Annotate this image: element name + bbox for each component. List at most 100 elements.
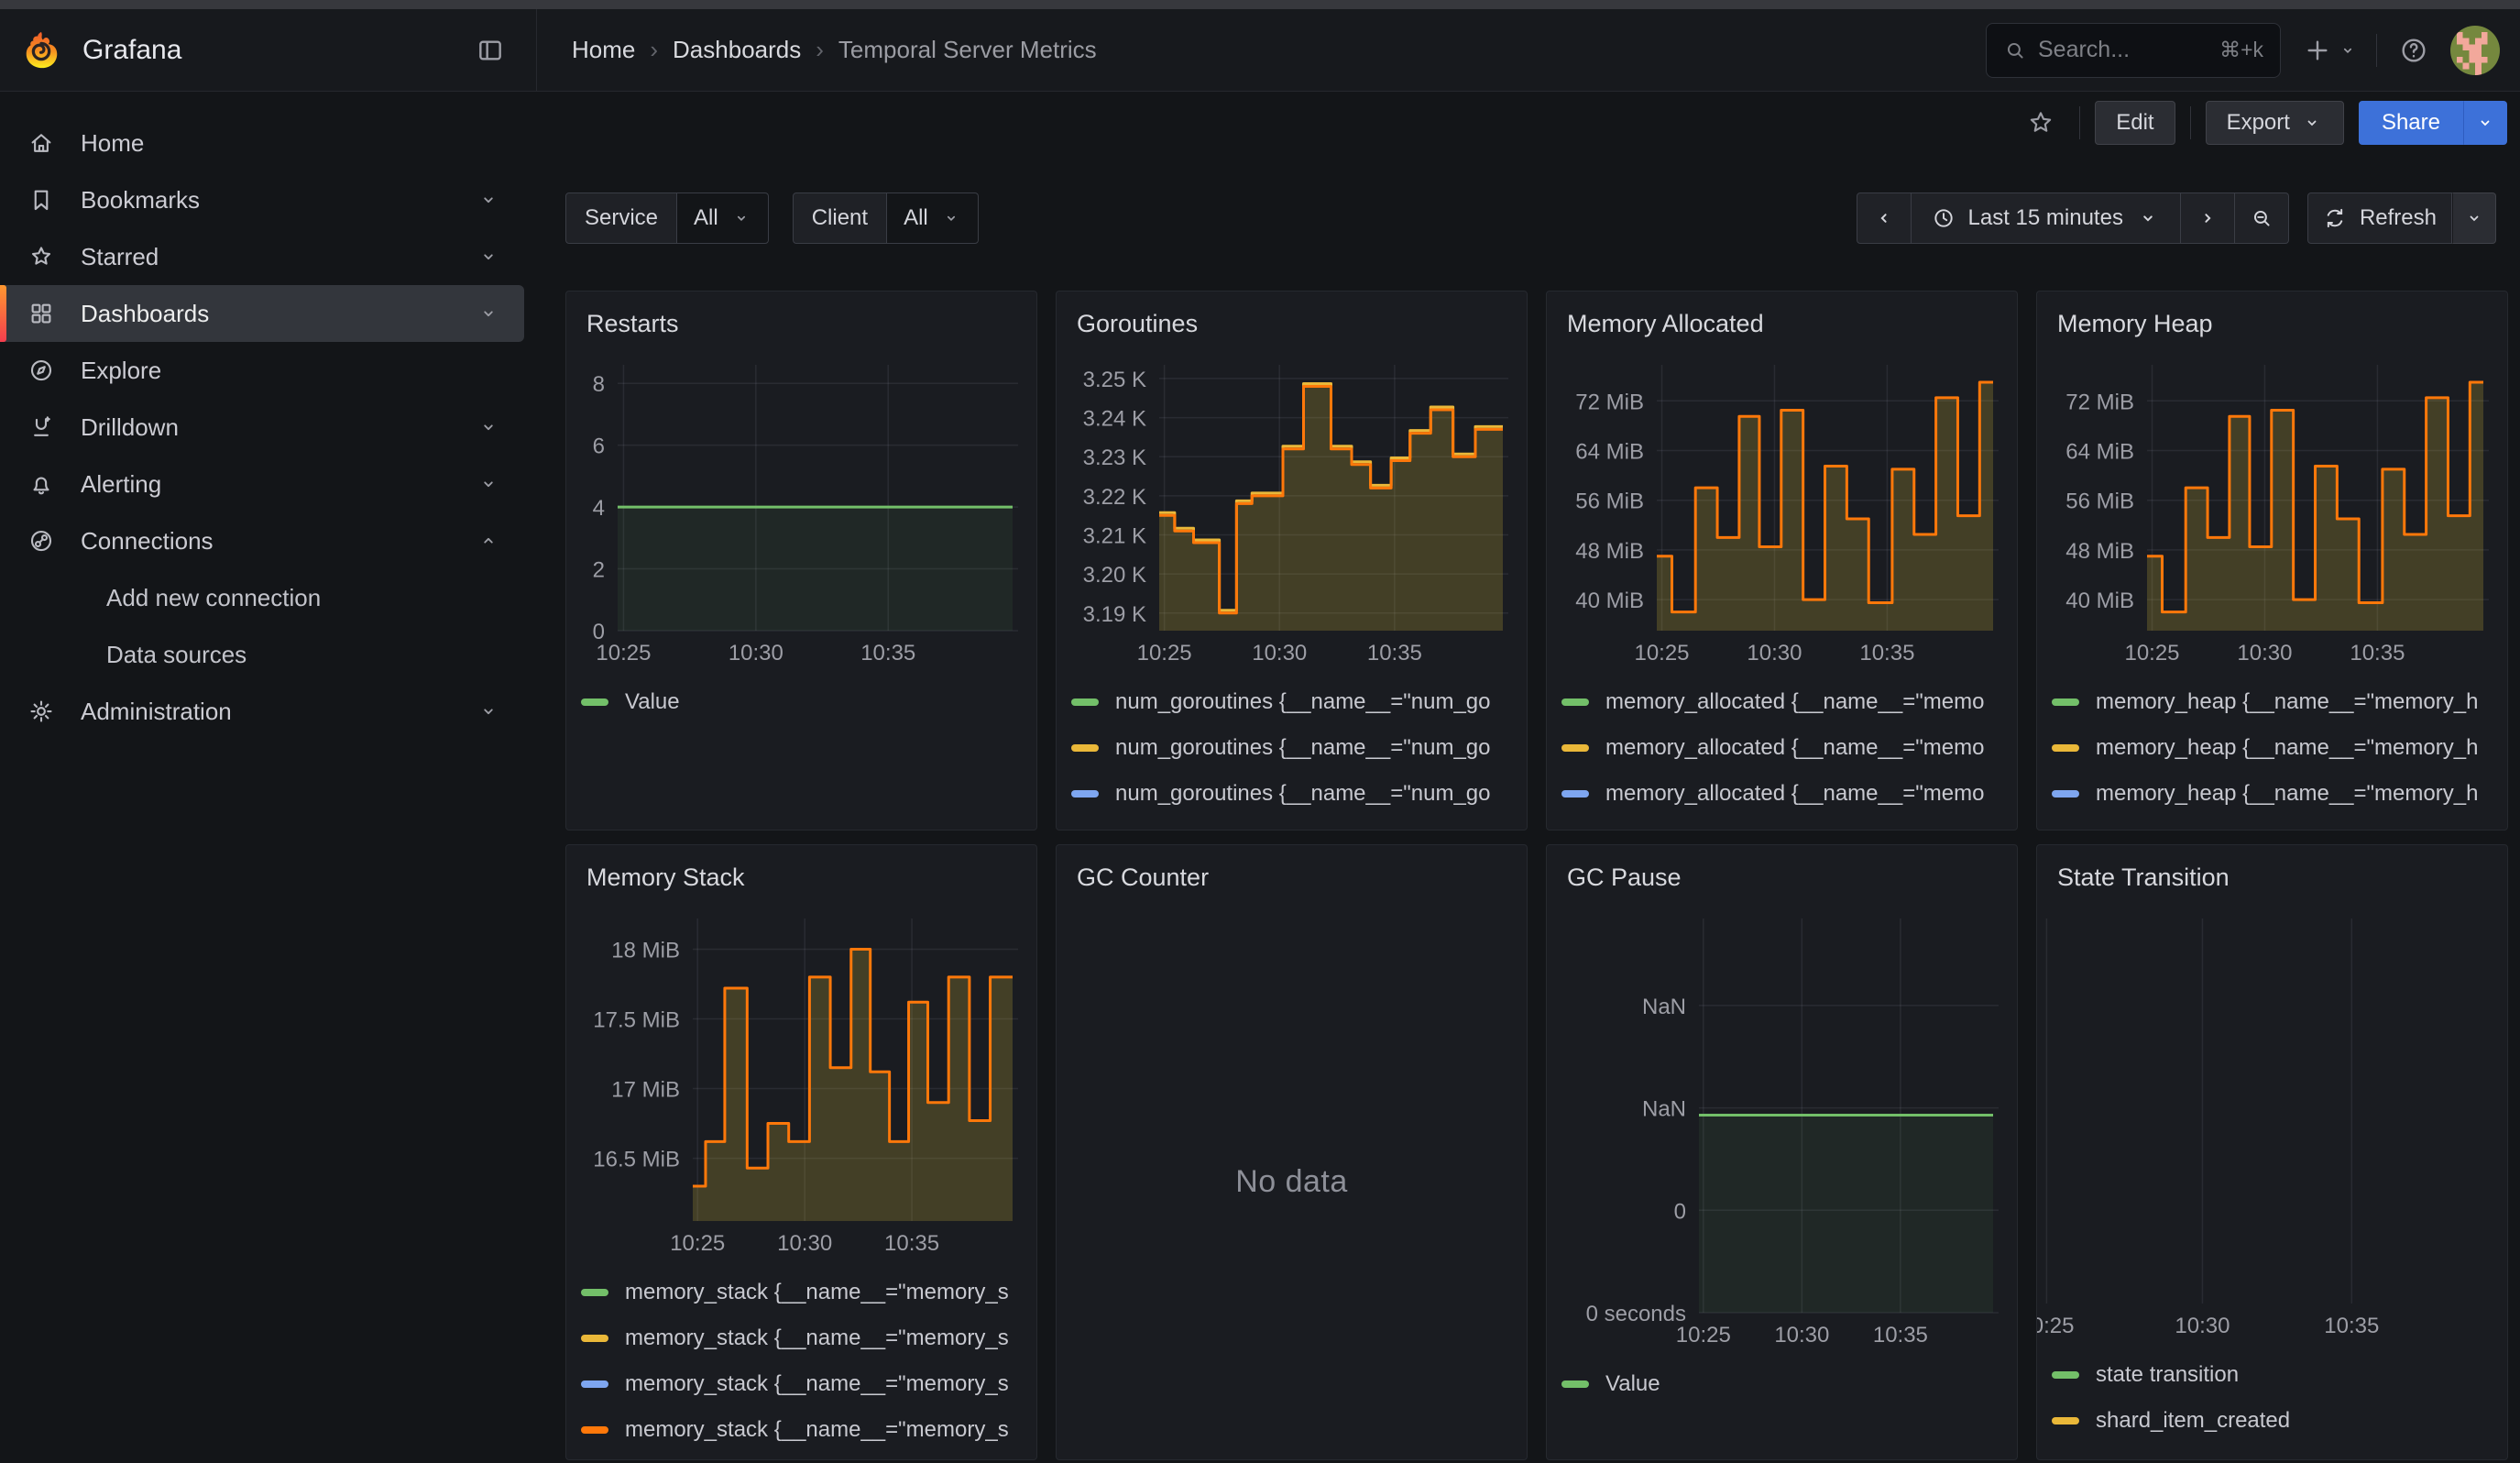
chevron-down-icon[interactable] [477,699,500,723]
panel-legend: Value [1561,1371,2002,1397]
sidebar-item-dashboards[interactable]: Dashboards [0,285,524,342]
legend-item[interactable]: memory_heap {__name__="memory_h [2052,781,2493,807]
chevron-down-icon[interactable] [477,472,500,496]
client-variable-value[interactable]: All [887,193,978,243]
chevron-down-icon [2301,112,2323,134]
chart-state-transition: 10:2510:3010:35 [2037,918,2493,1340]
svg-text:10:25: 10:25 [670,1231,725,1256]
sidebar-item-label: Explore [81,357,500,385]
zoom-out-button[interactable] [2235,192,2289,244]
panel-title[interactable]: Memory Heap [2057,308,2213,339]
svg-text:17 MiB: 17 MiB [611,1078,680,1103]
svg-text:0 seconds: 0 seconds [1586,1302,1686,1326]
svg-text:NaN: NaN [1642,1097,1686,1122]
share-caret[interactable] [2463,101,2507,145]
time-shift-forward-button[interactable] [2181,192,2235,244]
legend-item[interactable]: shard_item_created [2052,1408,2493,1434]
sidebar-item-data-sources[interactable]: Data sources [0,626,524,683]
chevron-down-icon[interactable] [477,415,500,439]
panel-restarts: Restarts 8642010:2510:3010:35 Value [565,291,1037,830]
search-input[interactable] [2038,37,2208,63]
service-variable-value[interactable]: All [677,193,768,243]
legend-item[interactable]: num_goroutines {__name__="num_go [1071,781,1512,807]
legend-item[interactable]: Value [581,689,1022,715]
avatar[interactable] [2450,26,2500,75]
chevron-down-icon[interactable] [477,302,500,325]
legend-item[interactable]: memory_stack {__name__="memory_s [581,1280,1022,1305]
breadcrumb-separator: › [650,36,658,64]
new-menu [2294,27,2363,74]
panel-title[interactable]: GC Counter [1077,862,1209,893]
legend-item[interactable]: memory_heap {__name__="memory_h [2052,827,2493,830]
refresh-button[interactable]: Refresh [2307,192,2452,244]
chevron-up-icon[interactable] [477,529,500,553]
panel-gc-pause: GC PauseNaNNaN00 seconds10:2510:3010:35V… [1546,844,2018,1460]
legend-item[interactable]: memory_heap {__name__="memory_h [2052,689,2493,715]
legend-item[interactable]: memory_allocated {__name__="memo [1561,827,2002,830]
breadcrumb-current: Temporal Server Metrics [838,36,1097,64]
chevron-down-icon[interactable] [477,245,500,269]
panel-title[interactable]: GC Pause [1567,862,1682,893]
sidebar-item-drilldown[interactable]: Drilldown [0,399,524,456]
chevron-down-icon [2463,207,2485,229]
legend-item[interactable]: memory_allocated {__name__="memo [1561,735,2002,761]
main-content: Edit Export Share Service [537,93,2520,1463]
sidebar-item-home[interactable]: Home [0,115,524,171]
legend-item[interactable]: num_goroutines {__name__="num_go [1071,689,1512,715]
legend-swatch [581,1380,608,1388]
sidebar-item-alerting[interactable]: Alerting [0,456,524,512]
panel-title[interactable]: Restarts [586,308,679,339]
legend-item[interactable]: state transition [2052,1362,2493,1388]
chevron-down-icon[interactable] [477,188,500,212]
panel-title[interactable]: Goroutines [1077,308,1198,339]
time-shift-back-button[interactable] [1857,192,1912,244]
panel-legend: Value [581,689,1022,715]
svg-text:10:25: 10:25 [596,641,651,666]
sidebar-item-explore[interactable]: Explore [0,342,524,399]
edit-button[interactable]: Edit [2095,101,2175,145]
export-button[interactable]: Export [2206,101,2344,145]
sidebar-item-connections[interactable]: Connections [0,512,524,569]
dock-menu-icon[interactable] [466,27,514,74]
dashboard-toolbar: Edit Export Share [537,93,2520,153]
panel-title[interactable]: Memory Allocated [1567,308,1764,339]
sidebar-item-add-new-connection[interactable]: Add new connection [0,569,524,626]
refresh-interval-caret[interactable] [2452,192,2496,244]
breadcrumb-home[interactable]: Home [572,36,635,64]
legend-item[interactable]: memory_heap {__name__="memory_h [2052,735,2493,761]
panel-title[interactable]: State Transition [2057,862,2230,893]
share-button[interactable]: Share [2359,101,2463,145]
legend-item[interactable]: memory_allocated {__name__="memo [1561,689,2002,715]
client-variable-label: Client [794,193,887,243]
legend-swatch [1071,790,1099,798]
legend-item[interactable]: memory_allocated {__name__="memo [1561,781,2002,807]
svg-text:10:25: 10:25 [2124,641,2179,666]
panel-title[interactable]: Memory Stack [586,862,745,893]
panel-state-transition: State Transition 10:2510:3010:35 state tra… [2036,844,2508,1460]
legend-item[interactable]: memory_stack {__name__="memory_s [581,1417,1022,1443]
favorite-star-button[interactable] [2017,99,2065,147]
search-box[interactable]: ⌘+k [1986,23,2281,78]
legend-item[interactable]: memory_stack {__name__="memory_s [581,1326,1022,1351]
legend-label: num_goroutines {__name__="num_go [1115,827,1491,830]
help-button[interactable] [2390,27,2438,74]
share-split-button: Share [2359,101,2507,145]
sidebar-item-administration[interactable]: Administration [0,683,524,740]
legend-swatch [2052,744,2079,752]
svg-text:48 MiB: 48 MiB [1575,539,1644,564]
add-new-caret[interactable] [2332,27,2363,74]
sidebar-item-starred[interactable]: Starred [0,228,524,285]
legend-item[interactable]: Value [1561,1371,2002,1397]
legend-item[interactable]: num_goroutines {__name__="num_go [1071,735,1512,761]
legend-label: Value [1605,1371,1660,1397]
chevron-left-icon [1872,206,1896,230]
legend-item[interactable]: memory_stack {__name__="memory_s [581,1371,1022,1397]
breadcrumb-dashboards[interactable]: Dashboards [673,36,801,64]
chart-restarts: 8642010:2510:3010:35 [581,365,1022,667]
sidebar-item-bookmarks[interactable]: Bookmarks [0,171,524,228]
compass-icon [27,357,55,384]
time-range-picker[interactable]: Last 15 minutes [1912,192,2181,244]
legend-item[interactable]: num_goroutines {__name__="num_go [1071,827,1512,830]
dashboard-controls: Service All Client All [537,192,2520,245]
panel-memory-heap: Memory Heap72 MiB64 MiB56 MiB48 MiB40 Mi… [2036,291,2508,830]
